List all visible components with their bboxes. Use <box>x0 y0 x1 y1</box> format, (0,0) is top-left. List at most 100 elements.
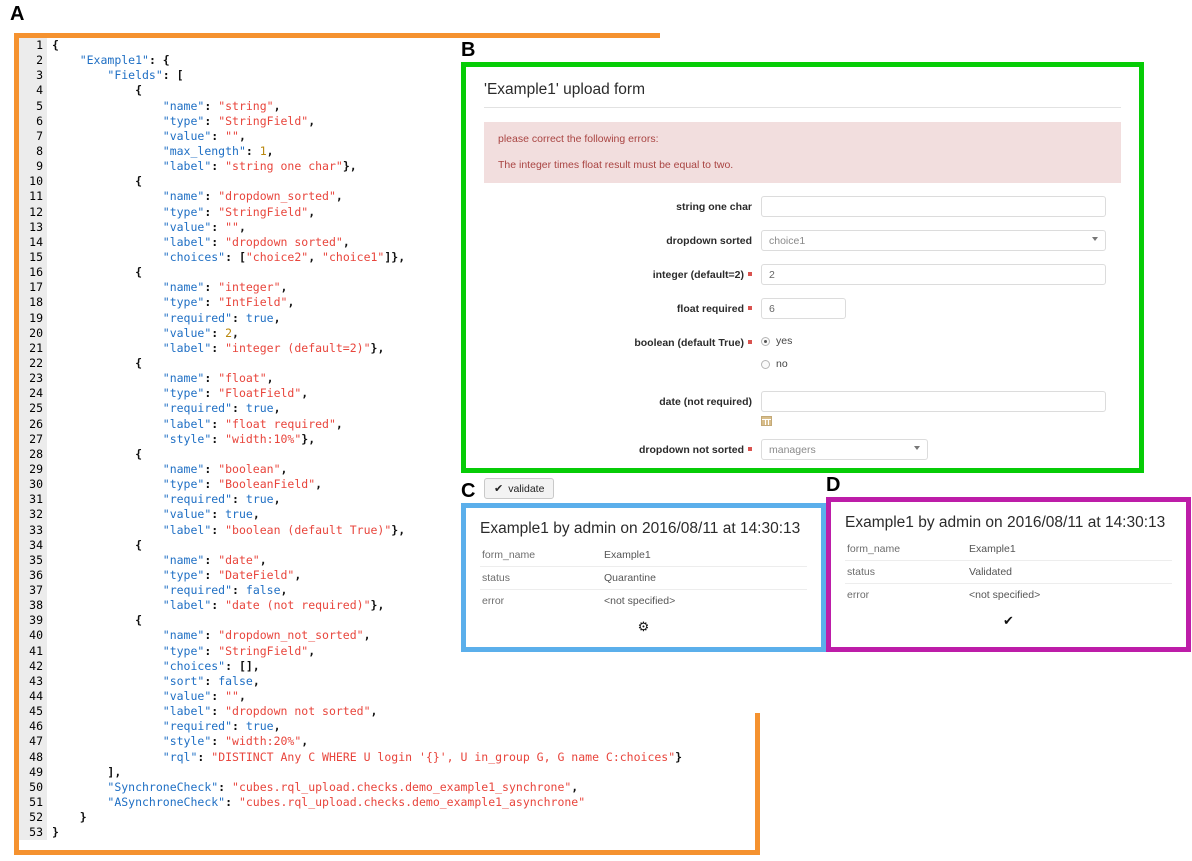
required-marker <box>748 272 752 277</box>
code-line: 50 "SynchroneCheck": "cubes.rql_upload.c… <box>19 779 755 796</box>
line-number: 16 <box>19 265 47 281</box>
line-number: 33 <box>19 522 47 538</box>
radio-label: yes <box>776 335 793 348</box>
panel-c-label: C <box>461 480 476 502</box>
code-line: 44 "value": "", <box>19 689 755 705</box>
code-line-text: "name": "integer", <box>162 280 288 295</box>
panel-a-label: A <box>10 3 25 25</box>
table-row: status Quarantine <box>480 566 807 589</box>
chevron-down-icon <box>914 446 920 451</box>
line-number: 25 <box>19 401 47 417</box>
card-d-title: Example1 by admin on 2016/08/11 at 14:30… <box>845 514 1166 531</box>
code-line-text: "value": "", <box>162 128 246 143</box>
line-number: 43 <box>19 673 47 690</box>
form-row: float required <box>484 298 1121 320</box>
select-value: choice1 <box>769 234 806 247</box>
code-line-text: "value": true, <box>162 507 260 522</box>
code-line-text: "rql": "DISTINCT Any C WHERE U login '{}… <box>162 749 683 764</box>
field-control <box>761 298 1121 320</box>
field-control: managers <box>761 439 1121 461</box>
form-row: dropdown sorted choice1 <box>484 230 1121 252</box>
form-row: dropdown not sorted managers <box>484 439 1121 461</box>
field-control <box>761 264 1121 286</box>
code-line-text: "Example1": { <box>79 53 170 68</box>
select-dropdown[interactable]: choice1 <box>761 230 1106 252</box>
code-line-text: { <box>135 174 143 189</box>
line-number: 5 <box>19 98 47 114</box>
code-line-text: "value": "", <box>162 689 246 704</box>
panel-b-label: B <box>461 39 476 61</box>
form-row: integer (default=2) <box>484 264 1121 286</box>
line-number: 23 <box>19 371 47 387</box>
line-number: 11 <box>19 189 47 205</box>
line-number: 1 <box>19 38 47 54</box>
code-line-text: ], <box>107 764 122 779</box>
text-input[interactable] <box>761 196 1106 218</box>
code-line: 49 ], <box>19 764 755 780</box>
field-control <box>761 391 1121 427</box>
code-line-text: { <box>135 265 143 280</box>
code-line-text: "style": "width:10%"}, <box>162 431 316 446</box>
radio-option[interactable]: yes <box>761 332 1121 350</box>
line-number: 39 <box>19 613 47 629</box>
line-number: 45 <box>19 704 47 720</box>
gear-icon[interactable]: ⚙ <box>480 619 807 635</box>
error-detail: The integer times float result must be e… <box>498 158 734 171</box>
line-number: 51 <box>19 795 47 811</box>
check-icon: ✔ <box>494 483 504 496</box>
row-key: status <box>847 566 876 578</box>
code-line: 43 "sort": false, <box>19 673 755 690</box>
required-marker <box>748 340 752 345</box>
table-row: form_name Example1 <box>845 538 1172 560</box>
row-key: form_name <box>482 549 536 561</box>
code-line-text: "type": "BooleanField", <box>162 477 323 492</box>
line-number: 6 <box>19 113 47 129</box>
code-line: 52 } <box>19 810 755 826</box>
code-line: 45 "label": "dropdown not sorted", <box>19 704 755 720</box>
line-number: 47 <box>19 734 47 750</box>
select-dropdown[interactable]: managers <box>761 439 928 461</box>
row-key: error <box>482 595 505 607</box>
line-number: 42 <box>19 658 47 674</box>
code-line-text: "label": "float required", <box>162 416 343 431</box>
line-number: 31 <box>19 492 47 508</box>
code-line-text: "required": false, <box>162 583 288 598</box>
line-number: 14 <box>19 234 47 250</box>
select-value: managers <box>769 443 816 456</box>
code-line-text: "name": "boolean", <box>162 461 288 476</box>
line-number: 24 <box>19 386 47 402</box>
date-input[interactable] <box>761 391 1106 413</box>
code-line-text: "required": true, <box>162 310 281 325</box>
field-label: dropdown sorted <box>484 230 761 247</box>
text-input[interactable] <box>761 298 846 320</box>
code-line-text: "name": "date", <box>162 552 267 567</box>
field-label-text: date (not required) <box>659 396 752 409</box>
check-icon[interactable]: ✔ <box>845 613 1172 629</box>
row-value: <not specified> <box>969 589 1041 601</box>
radio-option[interactable]: no <box>761 355 1121 373</box>
radio-button[interactable] <box>761 359 770 369</box>
code-line-text: "label": "boolean (default True)"}, <box>162 522 406 537</box>
calendar-icon[interactable] <box>761 416 772 427</box>
radio-button[interactable] <box>761 336 770 346</box>
code-line-text: { <box>135 83 143 98</box>
code-line: 48 "rql": "DISTINCT Any C WHERE U login … <box>19 749 755 765</box>
text-input[interactable] <box>761 264 1106 286</box>
field-label: boolean (default True) <box>484 332 761 349</box>
line-number: 40 <box>19 628 47 644</box>
validated-card: Example1 by admin on 2016/08/11 at 14:30… <box>826 497 1191 652</box>
form-row: boolean (default True) yes no <box>484 332 1121 378</box>
field-label: dropdown not sorted <box>484 439 761 456</box>
code-line-text: "type": "DateField", <box>162 567 302 582</box>
row-value: Example1 <box>969 543 1016 555</box>
field-label-text: boolean (default True) <box>634 337 744 350</box>
line-number: 7 <box>19 128 47 144</box>
line-number: 41 <box>19 643 47 659</box>
row-value: Example1 <box>604 549 651 561</box>
field-label-text: string one char <box>676 201 752 214</box>
code-line: 1{ <box>19 38 755 54</box>
line-number: 9 <box>19 159 47 175</box>
code-line-text: "choices": ["choice2", "choice1"]}, <box>162 249 406 264</box>
code-line-text: "choices": [], <box>162 658 260 673</box>
validate-button[interactable]: ✔ validate <box>484 478 555 500</box>
